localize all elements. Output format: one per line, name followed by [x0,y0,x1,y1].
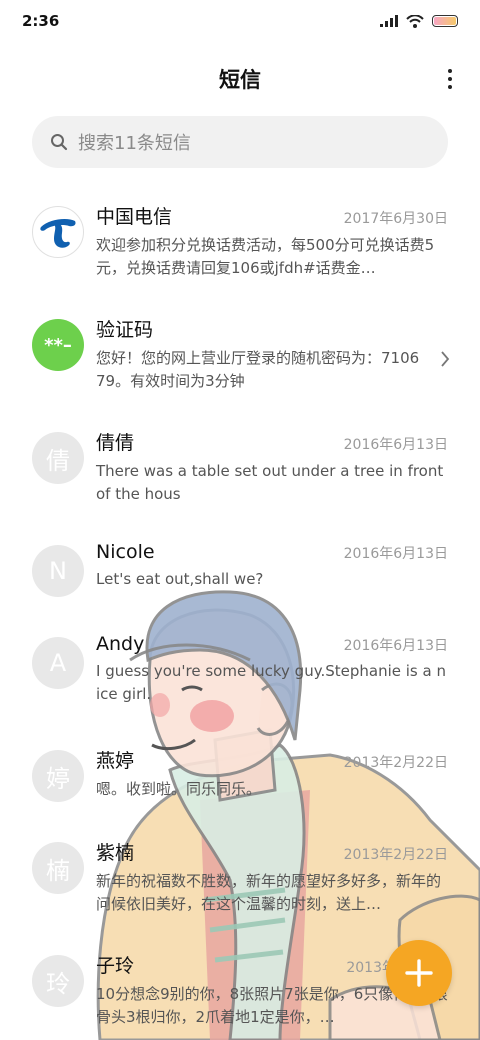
contact-name: 燕婷 [96,750,135,772]
status-time: 2:36 [22,12,60,30]
more-vertical-icon [448,69,452,73]
search-icon [51,134,68,151]
avatar: 玲 [32,955,84,1007]
message-date: 2013年2月22日 [343,847,448,863]
status-bar: 2:36 [0,0,480,42]
message-preview: There was a table set out under a tree i… [96,462,444,503]
message-date: 2016年6月13日 [343,638,448,654]
message-preview: 您好！您的网上营业厅登录的随机密码为：710679。有效时间为3分钟 [96,349,420,390]
message-preview: 嗯。收到啦。同乐同乐。 [96,780,262,798]
avatar [32,206,84,258]
message-date: 2016年6月13日 [343,546,448,562]
avatar: A [32,637,84,689]
conversation-item[interactable]: 倩 倩倩 2016年6月13日 There was a table set ou… [0,414,480,527]
message-preview: Let's eat out,shall we? [96,570,264,588]
conversation-item[interactable]: N Nicole 2016年6月13日 Let's eat out,shall … [0,527,480,619]
message-date: 2016年6月13日 [343,437,448,453]
compose-button[interactable] [386,940,452,1006]
contact-name: Andy [96,633,145,655]
signal-icon [380,15,398,27]
wifi-icon [406,14,424,28]
plus-icon [405,959,433,987]
avatar: 倩 [32,432,84,484]
avatar: 楠 [32,842,84,894]
conversation-item[interactable]: 楠 紫楠 2013年2月22日 新年的祝福数不胜数，新年的愿望好多好多，新年的问… [0,824,480,937]
status-icons [380,14,458,28]
title-bar: 短信 [0,42,480,116]
message-date: 2013年2月22日 [343,755,448,771]
more-options-button[interactable] [442,67,458,91]
battery-icon [432,15,458,27]
contact-name: 子玲 [96,955,135,977]
message-preview: 欢迎参加积分兑换话费活动，每500分可兑换话费5元，兑换话费请回复106或jfd… [96,236,435,277]
chevron-right-icon [441,351,450,367]
conversation-item[interactable]: 中国电信 2017年6月30日 欢迎参加积分兑换话费活动，每500分可兑换话费5… [0,188,480,301]
avatar: 婷 [32,750,84,802]
china-telecom-logo-icon [40,219,76,248]
conversation-item[interactable]: **– 验证码 您好！您的网上营业厅登录的随机密码为：710679。有效时间为3… [0,301,480,414]
contact-name: 倩倩 [96,432,135,454]
avatar: **– [32,319,84,371]
contact-name: 中国电信 [96,206,173,228]
message-date: 2017年6月30日 [343,211,448,227]
conversation-item[interactable]: 婷 燕婷 2013年2月22日 嗯。收到啦。同乐同乐。 [0,732,480,824]
search-placeholder: 搜索11条短信 [78,133,191,154]
conversation-item[interactable]: A Andy 2016年6月13日 I guess you're some lu… [0,619,480,732]
message-preview: I guess you're some lucky guy.Stephanie … [96,662,446,703]
avatar: N [32,545,84,597]
contact-name: Nicole [96,541,155,563]
message-preview: 新年的祝福数不胜数，新年的愿望好多好多，新年的问候依旧美好，在这个温馨的时刻，送… [96,872,442,913]
contact-name: 验证码 [96,319,154,341]
conversation-list: 中国电信 2017年6月30日 欢迎参加积分兑换话费活动，每500分可兑换话费5… [0,188,480,1040]
search-input[interactable]: 搜索11条短信 [32,116,448,168]
contact-name: 紫楠 [96,842,135,864]
page-title: 短信 [219,68,261,92]
